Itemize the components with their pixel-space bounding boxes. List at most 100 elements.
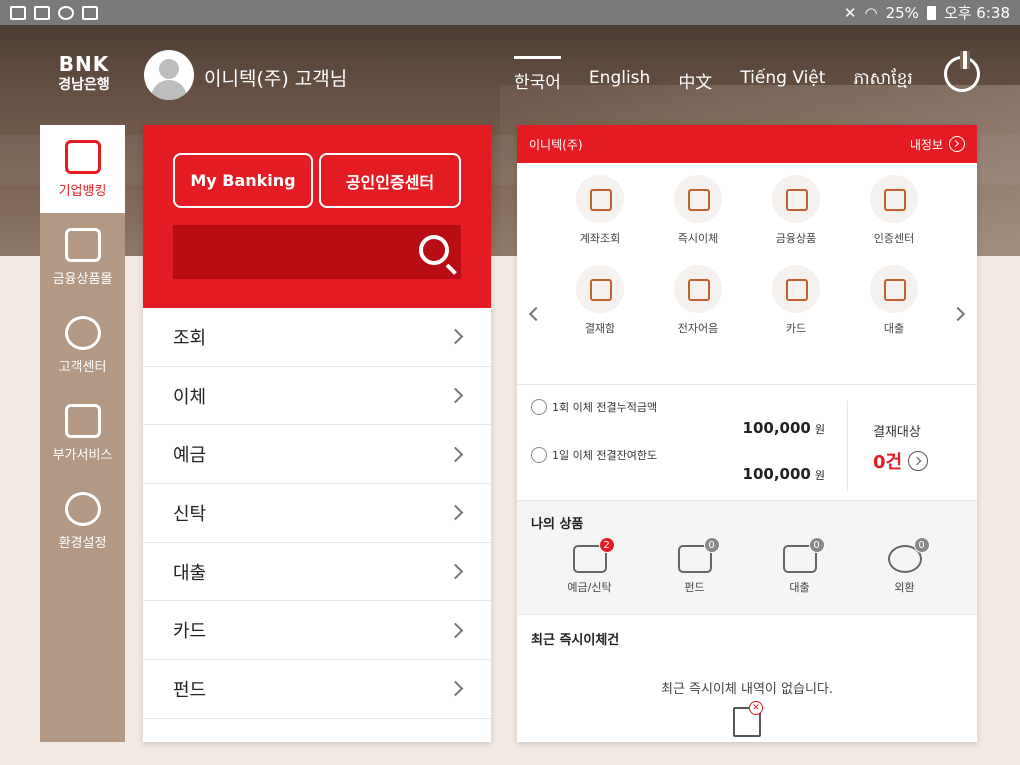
quick-cert-center[interactable]: 인증센터	[845, 175, 943, 253]
gallery-icon	[10, 5, 26, 20]
chevron-right-icon	[447, 446, 464, 462]
quick-label: 계좌조회	[579, 232, 621, 245]
count-badge: 0	[703, 537, 720, 553]
quick-label: 카드	[785, 322, 807, 335]
quick-loan[interactable]: 대출	[845, 265, 943, 343]
quick-label: 대출	[883, 322, 905, 335]
chevron-right-icon	[447, 622, 464, 639]
product-bag-icon	[772, 175, 820, 223]
pending-count: 0건	[873, 452, 903, 473]
quick-card[interactable]: 카드	[747, 265, 845, 343]
my-info-label: 내정보	[909, 137, 943, 152]
limit-unit: 원	[814, 469, 825, 482]
nav-corporate-banking[interactable]: 기업뱅킹	[40, 125, 125, 213]
nav-settings[interactable]: 환경설정	[40, 477, 125, 565]
money-bag-icon	[531, 399, 547, 415]
quick-products[interactable]: 금융상품	[747, 175, 845, 253]
piggy-bank-icon: 2	[572, 537, 615, 573]
prev-arrow-icon[interactable]	[528, 306, 544, 322]
quick-instant-transfer[interactable]: 즉시이체	[649, 175, 747, 253]
chevron-right-icon	[447, 505, 464, 521]
quick-label: 결재함	[584, 322, 616, 335]
data-icon	[34, 5, 50, 20]
arrow-circle-icon	[949, 136, 965, 152]
product-fx[interactable]: 0 외환	[852, 537, 957, 595]
avatar	[144, 50, 194, 100]
loan-icon	[870, 265, 918, 313]
next-arrow-icon[interactable]	[950, 306, 966, 322]
menu-label: 신탁	[173, 503, 207, 525]
power-icon[interactable]	[944, 51, 980, 92]
menu-item-deposit[interactable]: 예금	[143, 425, 491, 485]
username: 이니텍(주) 고객님	[204, 68, 348, 90]
limit-label: 1회 이체 전결누적금액	[552, 401, 658, 414]
lang-chinese[interactable]: 中文	[678, 56, 712, 93]
lang-vietnamese[interactable]: Tiếng Việt	[740, 56, 825, 93]
product-fund[interactable]: 0 펀드	[642, 537, 747, 595]
lang-korean[interactable]: 한국어	[514, 56, 561, 93]
account-panel: 이니텍(주) 내정보 계좌조회 즉시이체 금융상품 인증센터 결재함 전자어음 …	[517, 125, 977, 742]
my-info-link[interactable]: 내정보	[910, 136, 965, 153]
search-bar	[173, 225, 461, 279]
product-label: 외환	[894, 581, 915, 594]
nav-label: 고객센터	[58, 359, 107, 375]
menu-label: 이체	[173, 386, 207, 408]
quick-menu: 계좌조회 즉시이체 금융상품 인증센터 결재함 전자어음 카드 대출	[517, 163, 977, 385]
loan-money-icon: 0	[782, 537, 825, 573]
menu-item-loan[interactable]: 대출	[143, 543, 491, 602]
count-badge: 2	[598, 537, 615, 553]
limit-row: 1일 이체 전결잔여한도	[531, 447, 657, 463]
pending-approvals[interactable]: 결재대상 0건	[873, 421, 929, 474]
nav-customer-center[interactable]: 고객센터	[40, 301, 125, 389]
quick-label: 금융상품	[775, 232, 817, 245]
nav-extra-services[interactable]: 부가서비스	[40, 389, 125, 477]
search-input[interactable]	[173, 225, 403, 279]
limit-value: 100,000 원	[743, 419, 825, 437]
limit-unit: 원	[814, 423, 825, 436]
search-icon[interactable]	[419, 235, 449, 265]
transfer-icon	[674, 175, 722, 223]
nav-label: 기업뱅킹	[58, 183, 107, 199]
sync-icon	[58, 5, 74, 20]
card-icon	[772, 265, 820, 313]
my-banking-button[interactable]: My Banking	[173, 153, 313, 208]
wifi-icon: ◠	[864, 3, 878, 22]
lang-khmer[interactable]: ភាសាខ្មែរ	[853, 56, 912, 93]
chevron-right-icon	[447, 387, 464, 404]
quick-account-inquiry[interactable]: 계좌조회	[551, 175, 649, 253]
limit-label: 1일 이체 전결잔여한도	[552, 449, 658, 462]
nav-label: 금융상품몰	[52, 271, 113, 287]
nav-product-mall[interactable]: 금융상품몰	[40, 213, 125, 301]
chevron-right-icon	[447, 563, 464, 580]
menu-header: My Banking 공인인증센터	[143, 125, 491, 308]
lang-english[interactable]: English	[589, 56, 650, 93]
bank-logo[interactable]: BNK 경남은행	[50, 52, 118, 94]
menu-item-fund[interactable]: 펀드	[143, 660, 491, 719]
quick-label: 인증센터	[873, 232, 915, 245]
chevron-right-icon	[447, 681, 464, 697]
menu-item-trust[interactable]: 신탁	[143, 484, 491, 543]
menu-label: 대출	[173, 562, 207, 584]
chevron-right-icon	[447, 329, 464, 345]
shopping-bag-icon	[64, 227, 101, 262]
quick-approval[interactable]: 결재함	[551, 265, 649, 343]
menu-label: 조회	[173, 327, 207, 349]
limit-value: 100,000 원	[743, 465, 825, 483]
quick-label: 즉시이체	[677, 232, 719, 245]
empty-message: 최근 즉시이체 내역이 없습니다.	[660, 682, 833, 697]
quick-e-bill[interactable]: 전자어음	[649, 265, 747, 343]
menu-item-inquiry[interactable]: 조회	[143, 308, 491, 367]
count-badge: 0	[808, 537, 825, 553]
menu-label: 예금	[173, 445, 207, 467]
product-loan[interactable]: 0 대출	[747, 537, 852, 595]
cert-center-button[interactable]: 공인인증센터	[319, 153, 461, 208]
menu-item-transfer[interactable]: 이체	[143, 367, 491, 426]
limit-row: 1회 이체 전결누적금액	[531, 399, 657, 415]
nav-label: 부가서비스	[52, 447, 113, 463]
status-bar: ✕ ◠ 25% 오후 6:38	[0, 0, 1020, 25]
e-bill-icon	[674, 265, 722, 313]
my-products: 나의 상품 2 예금/신탁 0 펀드 0 대출 0 외환	[517, 501, 977, 615]
menu-item-card[interactable]: 카드	[143, 601, 491, 661]
product-deposit[interactable]: 2 예금/신탁	[537, 537, 642, 595]
arrow-circle-icon	[908, 451, 929, 471]
